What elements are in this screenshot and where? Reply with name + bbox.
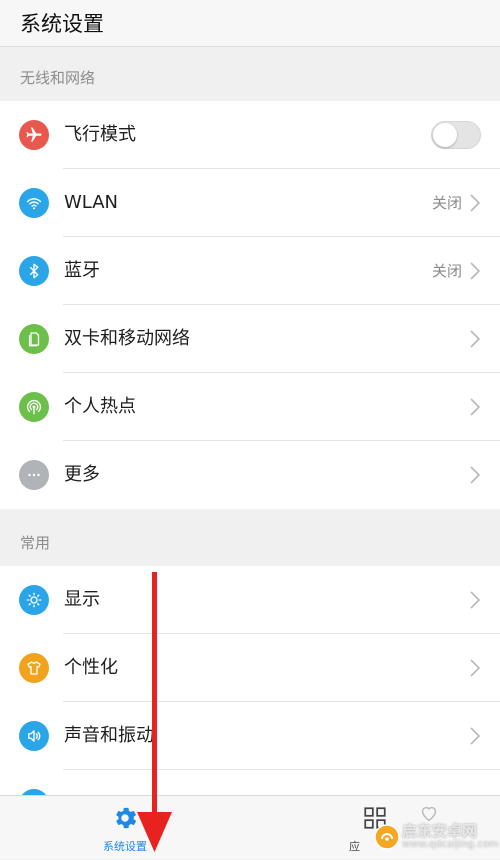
setting-label: 双卡和移动网络 xyxy=(64,328,190,349)
setting-bluetooth[interactable]: 蓝牙 关闭 xyxy=(0,237,500,305)
wlan-status: 关闭 xyxy=(431,194,462,212)
hotspot-icon xyxy=(19,392,49,422)
setting-display[interactable]: 显示 xyxy=(0,566,500,634)
setting-partially-hidden[interactable] xyxy=(0,770,500,795)
bluetooth-status: 关闭 xyxy=(431,262,462,280)
wireless-settings-list: 飞行模式 WLAN 关闭 蓝牙 关闭 双卡和移动网络 个人热点 更多 xyxy=(0,101,500,509)
toggle-knob xyxy=(433,123,457,147)
brightness-icon xyxy=(19,585,49,615)
watermark-text: 启东安卓网 xyxy=(402,822,478,840)
chevron-right-icon xyxy=(470,466,480,484)
tab-system-settings[interactable]: 系统设置 xyxy=(80,796,170,860)
sim-card-icon xyxy=(19,324,49,354)
chevron-right-icon xyxy=(470,330,480,348)
section-header-common: 常用 xyxy=(0,510,500,566)
page-title: 系统设置 xyxy=(20,12,104,36)
bluetooth-icon xyxy=(19,256,49,286)
watermark: 启东安卓网 www.qdcaijing.com xyxy=(372,820,500,859)
watermark-logo-icon xyxy=(374,824,400,850)
watermark-url: www.qdcaijing.com xyxy=(402,839,499,850)
setting-label: 显示 xyxy=(64,589,100,610)
airplane-mode-toggle[interactable] xyxy=(431,121,481,149)
chevron-right-icon xyxy=(470,727,480,745)
title-bar: 系统设置 xyxy=(0,0,500,47)
chevron-right-icon xyxy=(470,591,480,609)
shirt-icon xyxy=(19,653,49,683)
speaker-icon xyxy=(19,721,49,751)
setting-label: 个性化 xyxy=(64,657,118,678)
setting-label: 声音和振动 xyxy=(64,725,154,746)
setting-more[interactable]: 更多 xyxy=(0,441,500,509)
chevron-right-icon xyxy=(470,194,480,212)
setting-label: 飞行模式 xyxy=(64,124,136,145)
setting-label: 蓝牙 xyxy=(64,260,100,281)
chevron-right-icon xyxy=(470,398,480,416)
chevron-right-icon xyxy=(470,659,480,677)
setting-airplane-mode[interactable]: 飞行模式 xyxy=(0,101,500,169)
common-settings-list: 显示 个性化 声音和振动 xyxy=(0,566,500,795)
wifi-icon xyxy=(19,188,49,218)
gear-icon xyxy=(116,807,137,829)
setting-label: 个人热点 xyxy=(64,396,136,417)
setting-label: 更多 xyxy=(64,464,100,485)
setting-label: WLAN xyxy=(64,192,119,213)
more-icon xyxy=(19,460,49,490)
chevron-right-icon xyxy=(470,262,480,280)
setting-personal-hotspot[interactable]: 个人热点 xyxy=(0,373,500,441)
tab-label: 系统设置 xyxy=(103,840,147,853)
setting-dual-sim-mobile-network[interactable]: 双卡和移动网络 xyxy=(0,305,500,373)
airplane-icon xyxy=(19,120,49,150)
setting-wlan[interactable]: WLAN 关闭 xyxy=(0,169,500,237)
setting-sound-vibration[interactable]: 声音和振动 xyxy=(0,702,500,770)
setting-personalization[interactable]: 个性化 xyxy=(0,634,500,702)
section-header-wireless: 无线和网络 xyxy=(0,47,500,101)
